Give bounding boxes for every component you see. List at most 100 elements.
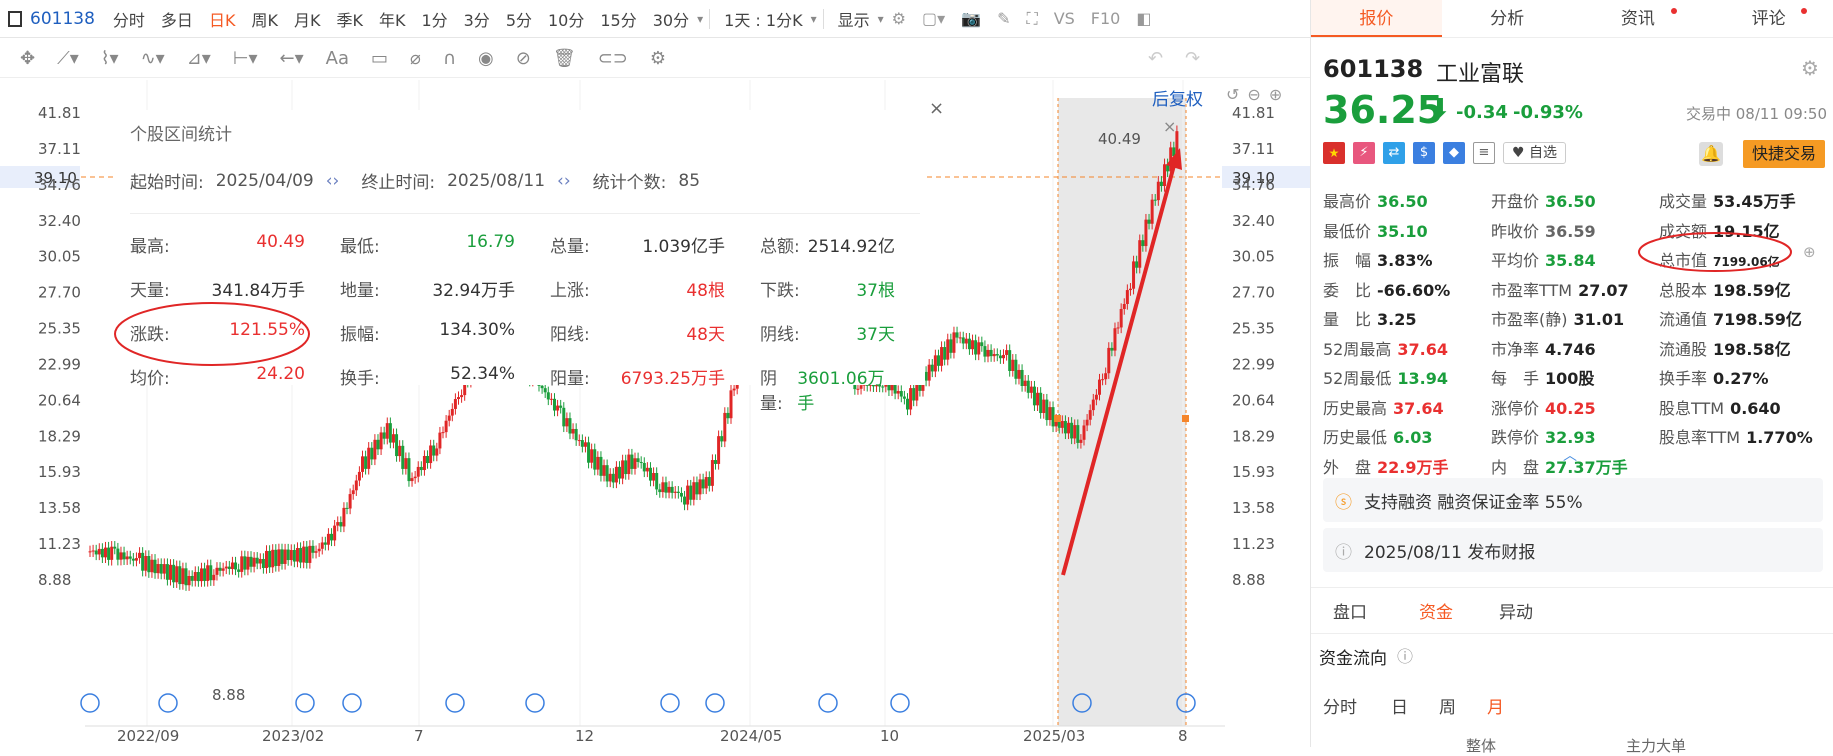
period-30min[interactable]: 30分 bbox=[653, 7, 689, 31]
quick-trade-button[interactable]: 快捷交易 bbox=[1743, 140, 1825, 168]
selection-handle[interactable] bbox=[1182, 415, 1189, 422]
candle-body bbox=[429, 445, 433, 464]
menu-icon[interactable] bbox=[8, 10, 22, 27]
info-icon[interactable]: ⓘ bbox=[1397, 643, 1413, 667]
vs-button[interactable]: VS bbox=[1054, 9, 1075, 28]
y-tick-label: 25.35 bbox=[1232, 320, 1275, 338]
link-icon[interactable]: ⊂⊃ bbox=[598, 48, 628, 69]
event-marker-icon[interactable] bbox=[818, 693, 838, 713]
report-info[interactable]: ⓘ 2025/08/11 发布财报 bbox=[1323, 528, 1823, 572]
event-marker-icon[interactable] bbox=[660, 693, 680, 713]
event-marker-icon[interactable] bbox=[445, 693, 465, 713]
selection-close-icon[interactable]: × bbox=[1163, 117, 1176, 136]
period-10min[interactable]: 10分 bbox=[548, 7, 584, 31]
event-marker-icon[interactable] bbox=[158, 693, 178, 713]
text-tool-icon[interactable]: Aa bbox=[326, 48, 349, 69]
flash-icon[interactable]: ⚡ bbox=[1353, 142, 1375, 164]
period-week[interactable]: 周 bbox=[1439, 693, 1456, 718]
doc-icon[interactable]: ≡ bbox=[1473, 142, 1495, 164]
tab-quote[interactable]: 报价 bbox=[1311, 0, 1442, 37]
period-multiday[interactable]: 多日 bbox=[161, 7, 193, 31]
period-day[interactable]: 日 bbox=[1391, 693, 1408, 718]
sidebar-toggle-icon[interactable]: ◧ bbox=[1136, 9, 1151, 28]
tab-funds[interactable]: 资金 bbox=[1419, 598, 1453, 623]
wave-tool-icon[interactable]: ∿▾ bbox=[141, 48, 165, 69]
start-adjust-icon[interactable]: ‹› bbox=[326, 171, 340, 191]
candle-body bbox=[1082, 425, 1086, 440]
event-marker-icon[interactable] bbox=[705, 693, 725, 713]
end-adjust-icon[interactable]: ‹› bbox=[557, 171, 571, 191]
tab-news[interactable]: 资讯 bbox=[1573, 0, 1704, 37]
fib-tool-icon[interactable]: ⊿▾ bbox=[187, 48, 211, 69]
period-yearly-k[interactable]: 年K bbox=[379, 7, 406, 31]
close-icon[interactable]: × bbox=[929, 98, 944, 119]
pencil-icon[interactable]: ✎ bbox=[997, 9, 1010, 28]
redo-icon[interactable]: ↷ bbox=[1185, 48, 1200, 69]
f10-button[interactable]: F10 bbox=[1091, 9, 1121, 28]
layout-icon[interactable]: ▢▾ bbox=[922, 9, 945, 28]
period-quarterly-k[interactable]: 季K bbox=[336, 7, 363, 31]
zoom-controls[interactable]: ↺⊖⊕ bbox=[1226, 85, 1290, 104]
arrow-tool-icon[interactable]: ←▾ bbox=[280, 48, 304, 69]
event-marker-icon[interactable] bbox=[890, 693, 910, 713]
period-15min[interactable]: 15分 bbox=[600, 7, 636, 31]
fullscreen-icon[interactable]: ⛶ bbox=[1026, 9, 1037, 29]
gear-icon[interactable]: ⚙ bbox=[892, 9, 906, 28]
candle-body bbox=[373, 439, 377, 460]
stat-value: 24.20 bbox=[256, 364, 305, 384]
period-intraday[interactable]: 分时 bbox=[1323, 693, 1357, 718]
candle-body bbox=[249, 556, 253, 567]
period-weekly-k[interactable]: 周K bbox=[251, 7, 278, 31]
shuffle-icon[interactable]: ⇄ bbox=[1383, 142, 1405, 164]
info-icon[interactable]: ⊕ bbox=[1803, 243, 1816, 261]
tab-comments[interactable]: 评论 bbox=[1703, 0, 1833, 37]
candle-body bbox=[144, 555, 148, 571]
candle-body bbox=[169, 564, 173, 580]
restore-rights-button[interactable]: 后复权 bbox=[1152, 85, 1203, 110]
event-marker-icon[interactable] bbox=[525, 693, 545, 713]
undo-icon[interactable]: ↶ bbox=[1148, 48, 1163, 69]
trash-icon[interactable]: 🗑 bbox=[553, 48, 576, 69]
camera-icon[interactable]: 📷 bbox=[961, 9, 981, 28]
measure-tool-icon[interactable]: ⊢▾ bbox=[233, 48, 258, 69]
tab-analysis[interactable]: 分析 bbox=[1442, 0, 1573, 37]
period-3min[interactable]: 3分 bbox=[464, 7, 490, 31]
period-fenshi[interactable]: 分时 bbox=[113, 7, 145, 31]
settings-icon[interactable]: ⚙ bbox=[650, 48, 666, 69]
event-marker-icon[interactable] bbox=[342, 693, 362, 713]
period-5min[interactable]: 5分 bbox=[506, 7, 532, 31]
tab-anomaly[interactable]: 异动 bbox=[1499, 598, 1533, 623]
selection-handle[interactable] bbox=[1054, 415, 1061, 422]
candle-body bbox=[354, 480, 358, 491]
display-menu[interactable]: 显示 bbox=[838, 7, 870, 31]
chevron-down-icon[interactable]: ▾ bbox=[878, 12, 884, 26]
gear-icon[interactable]: ⚙ bbox=[1801, 56, 1819, 80]
magnet-icon[interactable]: ∩ bbox=[443, 48, 456, 69]
polyline-tool-icon[interactable]: ⌇▾ bbox=[101, 48, 119, 69]
margin-info[interactable]: ⓢ 支持融资 融资保证金率 55% bbox=[1323, 478, 1823, 522]
line-tool-icon[interactable]: ⟋▾ bbox=[57, 48, 79, 69]
watchlist-button[interactable]: ♥ 自选 bbox=[1503, 142, 1567, 164]
range-select[interactable]: 1天 : 1分K bbox=[724, 7, 802, 31]
event-marker-icon[interactable] bbox=[295, 693, 315, 713]
eye-icon[interactable]: ◉ bbox=[478, 48, 494, 69]
tab-orderbook[interactable]: 盘口 bbox=[1333, 598, 1367, 623]
tag-icon[interactable]: ◆ bbox=[1443, 142, 1465, 164]
candle-body bbox=[936, 355, 940, 366]
comment-tool-icon[interactable]: ▭ bbox=[371, 48, 388, 69]
chevron-down-icon[interactable]: ▾ bbox=[811, 12, 817, 26]
candle-body bbox=[1011, 359, 1015, 371]
period-month[interactable]: 月 bbox=[1487, 693, 1504, 718]
eraser-icon[interactable]: ⌀ bbox=[410, 48, 421, 69]
dollar-icon[interactable]: $ bbox=[1413, 142, 1435, 164]
candle-body bbox=[444, 420, 448, 433]
period-daily-k[interactable]: 日K bbox=[209, 7, 236, 31]
bell-icon[interactable]: 🔔 bbox=[1699, 142, 1723, 166]
hide-icon[interactable]: ⊘ bbox=[516, 48, 531, 69]
chevron-up-icon[interactable]: ︿ bbox=[1563, 445, 1577, 465]
move-icon[interactable]: ✥ bbox=[20, 48, 35, 69]
chevron-down-icon[interactable]: ▾ bbox=[697, 12, 703, 26]
event-marker-icon[interactable] bbox=[80, 693, 100, 713]
period-monthly-k[interactable]: 月K bbox=[294, 7, 321, 31]
period-1min[interactable]: 1分 bbox=[421, 7, 447, 31]
